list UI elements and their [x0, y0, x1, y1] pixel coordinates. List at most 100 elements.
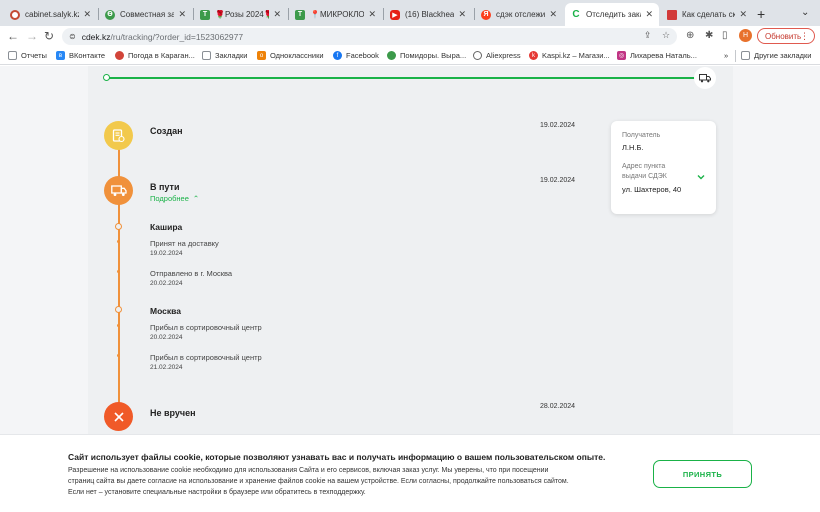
- bookmark-ok[interactable]: о Одноклассники: [257, 51, 324, 60]
- close-icon[interactable]: ✕: [368, 9, 376, 20]
- city-name: Москва: [150, 306, 181, 316]
- bookmark-other[interactable]: Другие закладки: [741, 51, 811, 60]
- vk-icon: в: [56, 51, 65, 60]
- browser-tab-youtube[interactable]: ▶ (16) Blackheads ✕: [384, 3, 472, 26]
- bookmarks-bar: Отчеты в ВКонтакте Погода в Караган... За…: [0, 48, 820, 65]
- kebab-menu-icon[interactable]: ⋮: [800, 31, 809, 42]
- browser-tab-screenshot[interactable]: Как сделать скр... ✕: [661, 3, 753, 26]
- close-icon[interactable]: ✕: [458, 9, 466, 20]
- bookmark-red-icon: [667, 9, 677, 20]
- bookmark-kaspi[interactable]: k Kaspi.kz – Магази...: [529, 51, 610, 60]
- step-title-created: Создан: [150, 126, 183, 136]
- share-icon[interactable]: ⇪: [644, 30, 652, 41]
- browser-tab-microclone[interactable]: Т 📍МИКРОКЛОН... ✕: [289, 3, 382, 26]
- browser-tab-salyk[interactable]: cabinet.salyk.kz/... ✕: [4, 3, 97, 26]
- bookmark-vk[interactable]: в ВКонтакте: [56, 51, 105, 60]
- browser-tab-joint-purchase[interactable]: Ѳ Совместная зак... ✕: [99, 3, 192, 26]
- aliexpress-icon: [473, 51, 482, 60]
- event-dot: [117, 324, 120, 327]
- browser-tab-roses[interactable]: Т 🌹Розы 2024🌹 ✕: [194, 3, 287, 26]
- progress-line: [105, 77, 695, 79]
- event-text: Принят на доставку: [150, 239, 219, 248]
- update-label: Обновить: [765, 31, 802, 41]
- new-tab-button[interactable]: +: [757, 6, 765, 22]
- event-text: Прибыл в сортировочный центр: [150, 353, 262, 362]
- event-dot: [117, 240, 120, 243]
- city-dot: [115, 223, 122, 230]
- side-panel-icon[interactable]: ▯: [722, 30, 728, 41]
- reload-icon[interactable]: ↻: [44, 29, 54, 43]
- bookmark-facebook[interactable]: f Facebook: [333, 51, 379, 60]
- details-label: Подробнее: [150, 194, 189, 203]
- event-date: 20.02.2024: [150, 334, 183, 341]
- folder-icon: [741, 51, 750, 60]
- bookmark-star-icon[interactable]: ☆: [662, 30, 670, 41]
- cookie-text: Если нет – установите специальные настро…: [68, 489, 366, 496]
- step-date-created: 19.02.2024: [540, 122, 576, 129]
- truck-icon: [104, 176, 133, 205]
- browser-tab-cdek-active[interactable]: C Отследить заказ ✕: [565, 3, 659, 26]
- toolbar: ← → ↻ ⊜ cdek.kz/ru/tracking/?order_id=15…: [0, 26, 820, 48]
- pickup-label: Адрес пункта: [622, 163, 666, 170]
- translate-icon[interactable]: ⊕: [686, 30, 694, 41]
- close-icon[interactable]: ✕: [549, 9, 557, 20]
- url-domain: cdek.kz: [81, 31, 111, 42]
- close-icon[interactable]: ✕: [178, 9, 186, 20]
- address-bar[interactable]: ⊜ cdek.kz/ru/tracking/?order_id=15230629…: [62, 28, 677, 45]
- pickup-address: ул. Шахтеров, 40: [622, 185, 682, 194]
- bookmarks-overflow-icon[interactable]: »: [724, 51, 728, 60]
- url-path: /ru/tracking/?order_id=1523062977: [110, 31, 244, 42]
- bookmark-instagram[interactable]: ◎ Лихарева Наталь...: [617, 51, 697, 60]
- event-dot: [117, 270, 120, 273]
- chevron-up-icon: ⌃: [192, 194, 200, 203]
- facebook-icon: f: [333, 51, 342, 60]
- cdek-icon: C: [571, 9, 581, 20]
- extensions-icon[interactable]: ✱: [705, 30, 713, 41]
- cross-icon: [104, 402, 133, 431]
- pickup-label: выдачи СДЭК: [622, 173, 667, 180]
- cookie-text: Разрешение на использование cookie необх…: [68, 467, 549, 474]
- close-icon[interactable]: ✕: [739, 9, 747, 20]
- document-icon: [104, 121, 133, 150]
- accept-cookies-button[interactable]: ПРИНЯТЬ: [653, 460, 752, 488]
- weather-icon: [115, 51, 124, 60]
- recipient-name: Л.Н.Б.: [622, 143, 644, 152]
- details-toggle-link[interactable]: Подробнее ⌃: [150, 194, 199, 203]
- event-date: 21.02.2024: [150, 364, 183, 371]
- step-date-not-delivered: 28.02.2024: [540, 403, 576, 410]
- cookie-banner: Сайт использует файлы cookie, которые по…: [0, 434, 820, 512]
- close-icon[interactable]: ✕: [645, 9, 653, 20]
- youtube-icon: ▶: [390, 9, 400, 20]
- close-icon[interactable]: ✕: [273, 9, 281, 20]
- roses-icon: Т: [200, 9, 210, 20]
- tab-search-chevron-icon[interactable]: ⌄: [801, 7, 809, 18]
- cookie-text: страниц сайта вы даете согласие на испол…: [68, 478, 569, 485]
- bookmark-weather[interactable]: Погода в Караган...: [115, 51, 195, 60]
- ok-icon: о: [257, 51, 266, 60]
- recipient-card: Получатель Л.Н.Б. Адрес пункта выдачи СД…: [611, 121, 716, 214]
- update-button[interactable]: Обновить ⋮: [757, 28, 815, 44]
- chevron-down-icon[interactable]: [697, 167, 705, 185]
- close-icon[interactable]: ✕: [83, 9, 91, 20]
- bookmark-reports[interactable]: Отчеты: [8, 51, 47, 60]
- event-text: Отправлено в г. Москва: [150, 269, 233, 278]
- step-date-in-transit: 19.02.2024: [540, 177, 576, 184]
- bookmark-aliexpress[interactable]: Aliexpress: [473, 51, 521, 60]
- progress-start-dot: [103, 74, 110, 81]
- instagram-icon: ◎: [617, 51, 626, 60]
- forward-arrow-icon[interactable]: →: [26, 29, 38, 43]
- event-date: 19.02.2024: [150, 250, 183, 257]
- kaspi-icon: k: [529, 51, 538, 60]
- truck-icon: [694, 67, 716, 89]
- joint-purchase-icon: Ѳ: [105, 9, 115, 20]
- step-title-not-delivered: Не вручен: [150, 408, 196, 418]
- bookmark-tomatoes[interactable]: Помидоры. Выра...: [387, 51, 466, 60]
- tomato-icon: [387, 51, 396, 60]
- back-arrow-icon[interactable]: ←: [7, 29, 19, 43]
- site-info-icon[interactable]: ⊜: [69, 32, 76, 41]
- profile-avatar[interactable]: Н: [739, 29, 752, 42]
- bookmark-folder-bookmarks[interactable]: Закладки: [202, 51, 247, 60]
- recipient-label: Получатель: [622, 132, 661, 139]
- cookie-title: Сайт использует файлы cookie, которые по…: [68, 452, 606, 462]
- browser-tab-yandex[interactable]: Я сдэк отслежива... ✕: [475, 3, 563, 26]
